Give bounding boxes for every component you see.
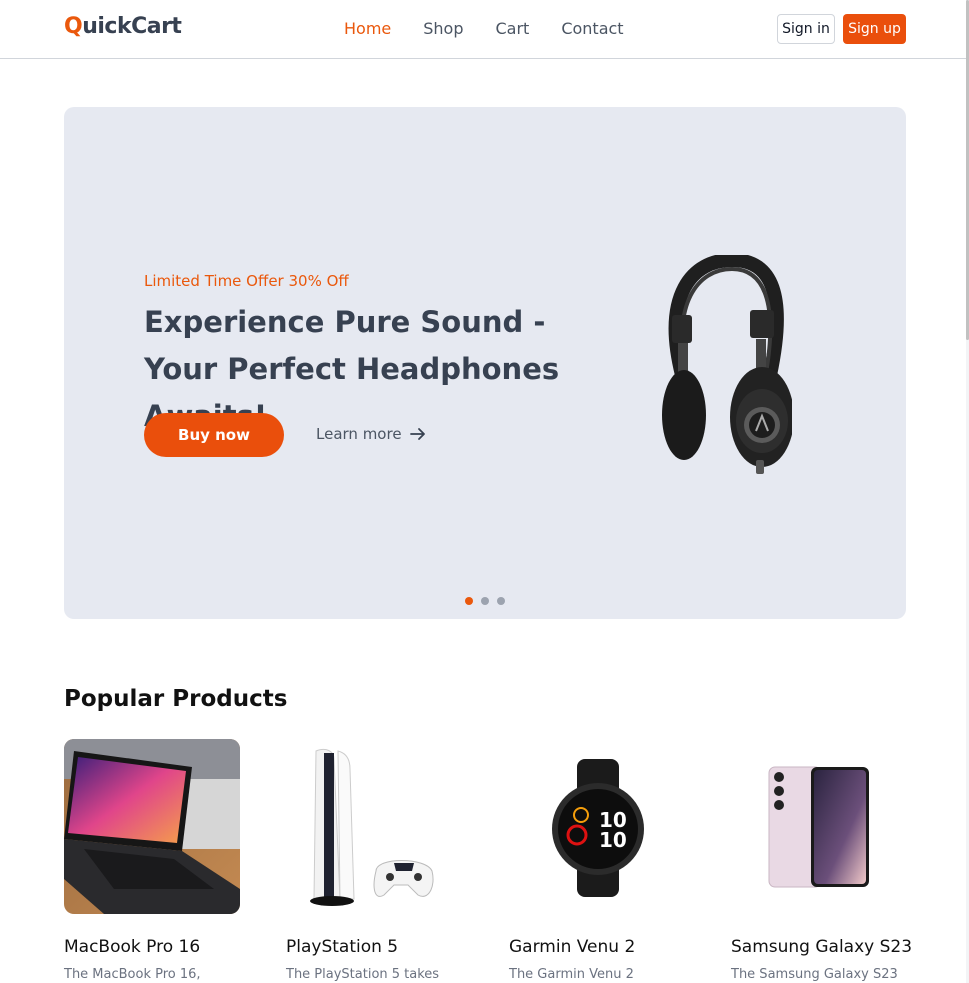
brand-logo[interactable]: QuickCart [64, 14, 182, 39]
nav-home[interactable]: Home [344, 19, 391, 38]
product-name[interactable]: Samsung Galaxy S23 [731, 937, 912, 957]
svg-text:10: 10 [599, 828, 627, 852]
watch-image: 10 10 [509, 739, 685, 914]
product-card[interactable]: PlayStation 5 The PlayStation 5 takes [286, 739, 462, 982]
top-navbar: QuickCart Home Shop Cart Contact Sign in… [0, 0, 966, 59]
product-description: The Samsung Galaxy S23 [731, 967, 898, 982]
product-description: The MacBook Pro 16, [64, 967, 201, 982]
main-nav: Home Shop Cart Contact [344, 19, 624, 38]
product-name[interactable]: PlayStation 5 [286, 937, 398, 957]
buy-now-button[interactable]: Buy now [144, 413, 284, 457]
nav-contact[interactable]: Contact [561, 19, 623, 38]
product-card[interactable]: Samsung Galaxy S23 The Samsung Galaxy S2… [731, 739, 912, 982]
product-name[interactable]: MacBook Pro 16 [64, 937, 200, 957]
hero-banner: Limited Time Offer 30% Off Experience Pu… [64, 107, 906, 619]
product-description: The PlayStation 5 takes [286, 967, 440, 982]
popular-products-heading: Popular Products [64, 686, 288, 712]
laptop-image [64, 739, 240, 914]
sign-in-button[interactable]: Sign in [777, 14, 835, 44]
nav-cart[interactable]: Cart [496, 19, 530, 38]
product-card[interactable]: MacBook Pro 16 The MacBook Pro 16, [64, 739, 240, 982]
product-card[interactable]: 10 10 Garmin Venu 2 The Garmin Venu 2 [509, 739, 685, 982]
console-image [286, 739, 462, 914]
learn-more-label: Learn more [316, 425, 402, 443]
sign-up-button[interactable]: Sign up [843, 14, 906, 44]
carousel-dot-1[interactable] [465, 597, 473, 605]
carousel-dot-3[interactable] [497, 597, 505, 605]
product-name[interactable]: Garmin Venu 2 [509, 937, 635, 957]
nav-shop[interactable]: Shop [423, 19, 463, 38]
phone-image [731, 739, 907, 914]
hero-offer-text: Limited Time Offer 30% Off [144, 272, 349, 290]
carousel-dots [465, 597, 505, 605]
arrow-right-icon [409, 428, 425, 440]
carousel-dot-2[interactable] [481, 597, 489, 605]
product-description: The Garmin Venu 2 [509, 967, 634, 982]
page: QuickCart Home Shop Cart Contact Sign in… [0, 0, 969, 983]
learn-more-link[interactable]: Learn more [316, 425, 426, 443]
auth-buttons: Sign in Sign up [777, 14, 906, 44]
headphones-image [662, 255, 792, 474]
